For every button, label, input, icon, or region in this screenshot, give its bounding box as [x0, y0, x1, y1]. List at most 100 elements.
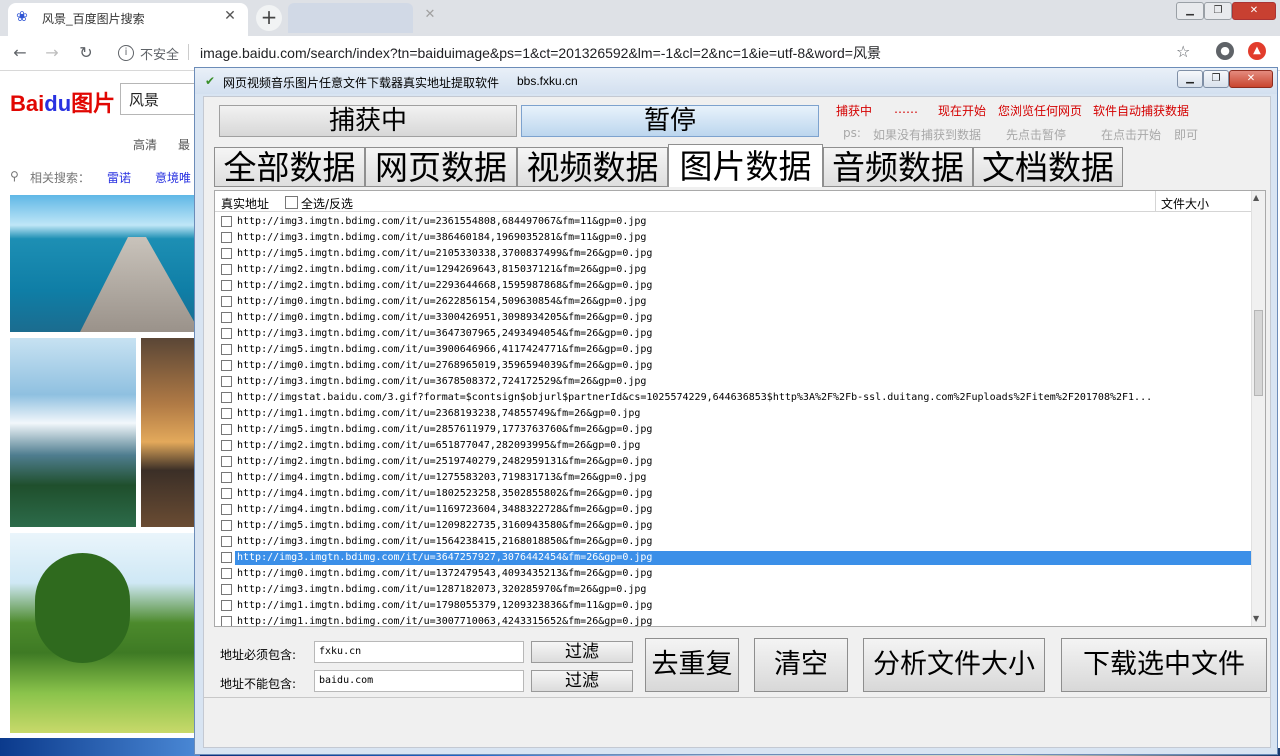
column-divider[interactable] — [1155, 191, 1156, 211]
row-checkbox[interactable] — [221, 312, 232, 323]
row-checkbox[interactable] — [221, 456, 232, 467]
table-row[interactable]: http://img4.imgtn.bdimg.com/it/u=1275583… — [215, 470, 1255, 486]
table-row[interactable]: http://imgstat.baidu.com/3.gif?format=$c… — [215, 390, 1255, 406]
baidu-related-link-1[interactable]: 雷诺 — [107, 169, 131, 186]
tab-close-icon[interactable]: ✕ — [222, 8, 238, 24]
account-icon[interactable]: ● — [1216, 42, 1234, 60]
row-url[interactable]: http://img2.imgtn.bdimg.com/it/u=2519740… — [235, 455, 1257, 469]
table-row[interactable]: http://img3.imgtn.bdimg.com/it/u=3864601… — [215, 230, 1255, 246]
table-row[interactable]: http://img3.imgtn.bdimg.com/it/u=1564238… — [215, 534, 1255, 550]
table-row[interactable]: http://img3.imgtn.bdimg.com/it/u=3678508… — [215, 374, 1255, 390]
row-checkbox[interactable] — [221, 440, 232, 451]
row-url[interactable]: http://img4.imgtn.bdimg.com/it/u=1802523… — [235, 487, 1257, 501]
row-checkbox[interactable] — [221, 472, 232, 483]
row-url[interactable]: http://img0.imgtn.bdimg.com/it/u=3300426… — [235, 311, 1257, 325]
result-image-town[interactable] — [141, 338, 196, 527]
tab-all-data[interactable]: 全部数据 — [214, 147, 365, 187]
row-url[interactable]: http://img3.imgtn.bdimg.com/it/u=1287182… — [235, 583, 1257, 597]
row-url[interactable]: http://img3.imgtn.bdimg.com/it/u=1564238… — [235, 535, 1257, 549]
result-image-pier[interactable] — [10, 195, 196, 332]
download-selected-button[interactable]: 下载选中文件 — [1061, 638, 1267, 692]
row-url[interactable]: http://img0.imgtn.bdimg.com/it/u=1372479… — [235, 567, 1257, 581]
select-all-checkbox[interactable] — [285, 196, 298, 209]
table-row[interactable]: http://img0.imgtn.bdimg.com/it/u=2768965… — [215, 358, 1255, 374]
row-checkbox[interactable] — [221, 232, 232, 243]
new-tab-button[interactable]: + — [256, 5, 282, 31]
filter-mustnot-input[interactable]: baidu.com — [314, 670, 524, 692]
row-url[interactable]: http://img3.imgtn.bdimg.com/it/u=3647307… — [235, 327, 1257, 341]
row-url[interactable]: http://img5.imgtn.bdimg.com/it/u=3900646… — [235, 343, 1257, 357]
row-checkbox[interactable] — [221, 360, 232, 371]
dedupe-button[interactable]: 去重复 — [645, 638, 739, 692]
tab-web-data[interactable]: 网页数据 — [365, 147, 517, 187]
table-row[interactable]: http://img3.imgtn.bdimg.com/it/u=2361554… — [215, 214, 1255, 230]
row-checkbox[interactable] — [221, 392, 232, 403]
browser-tab-background[interactable] — [288, 3, 413, 33]
row-url[interactable]: http://img5.imgtn.bdimg.com/it/u=1209822… — [235, 519, 1257, 533]
analyze-size-button[interactable]: 分析文件大小 — [863, 638, 1045, 692]
row-url[interactable]: http://img0.imgtn.bdimg.com/it/u=2622856… — [235, 295, 1257, 309]
table-row[interactable]: http://img0.imgtn.bdimg.com/it/u=3300426… — [215, 310, 1255, 326]
select-all-label[interactable]: 全选/反选 — [301, 195, 353, 212]
app-close-button[interactable]: ✕ — [1229, 70, 1273, 88]
row-checkbox[interactable] — [221, 616, 232, 626]
app-minimize-button[interactable]: ▁ — [1177, 70, 1203, 88]
row-url[interactable]: http://img4.imgtn.bdimg.com/it/u=1275583… — [235, 471, 1257, 485]
row-url[interactable]: http://img1.imgtn.bdimg.com/it/u=1798055… — [235, 599, 1257, 613]
row-url[interactable]: http://img3.imgtn.bdimg.com/it/u=3647257… — [235, 551, 1257, 565]
url-list[interactable]: 真实地址 全选/反选 文件大小 http://img3.imgtn.bdimg.… — [214, 190, 1266, 627]
row-url[interactable]: http://img1.imgtn.bdimg.com/it/u=2368193… — [235, 407, 1257, 421]
baidu-related-link-2[interactable]: 意境唯 — [155, 169, 191, 186]
row-url[interactable]: http://img3.imgtn.bdimg.com/it/u=2361554… — [235, 215, 1257, 229]
row-url[interactable]: http://img4.imgtn.bdimg.com/it/u=1169723… — [235, 503, 1257, 517]
table-row[interactable]: http://img5.imgtn.bdimg.com/it/u=2857611… — [215, 422, 1255, 438]
capture-button[interactable]: 捕获中 — [219, 105, 517, 137]
table-row[interactable]: http://img3.imgtn.bdimg.com/it/u=3647257… — [215, 550, 1257, 566]
window-minimize-button[interactable]: ▁ — [1176, 2, 1204, 20]
row-checkbox[interactable] — [221, 344, 232, 355]
row-checkbox[interactable] — [221, 280, 232, 291]
filter-must-input[interactable]: fxku.cn — [314, 641, 524, 663]
scrollbar-thumb[interactable] — [1254, 310, 1263, 396]
tab-document-data[interactable]: 文档数据 — [973, 147, 1123, 187]
row-checkbox[interactable] — [221, 376, 232, 387]
row-checkbox[interactable] — [221, 552, 232, 563]
table-row[interactable]: http://img0.imgtn.bdimg.com/it/u=2622856… — [215, 294, 1255, 310]
row-checkbox[interactable] — [221, 504, 232, 515]
table-row[interactable]: http://img1.imgtn.bdimg.com/it/u=3007710… — [215, 614, 1255, 626]
row-url[interactable]: http://img3.imgtn.bdimg.com/it/u=3864601… — [235, 231, 1257, 245]
table-row[interactable]: http://img2.imgtn.bdimg.com/it/u=6518770… — [215, 438, 1255, 454]
info-icon[interactable]: i — [118, 45, 134, 61]
row-checkbox[interactable] — [221, 600, 232, 611]
filter-must-button[interactable]: 过滤 — [531, 641, 633, 663]
row-checkbox[interactable] — [221, 248, 232, 259]
clear-button[interactable]: 清空 — [754, 638, 848, 692]
row-url[interactable]: http://imgstat.baidu.com/3.gif?format=$c… — [235, 391, 1257, 405]
tab-audio-data[interactable]: 音频数据 — [823, 147, 973, 187]
row-url[interactable]: http://img5.imgtn.bdimg.com/it/u=2857611… — [235, 423, 1257, 437]
window-maximize-button[interactable]: ❐ — [1204, 2, 1232, 20]
result-image-tree[interactable] — [10, 533, 196, 733]
result-image-mountain[interactable] — [10, 338, 136, 527]
row-url[interactable]: http://img2.imgtn.bdimg.com/it/u=1294269… — [235, 263, 1257, 277]
url-field[interactable]: image.baidu.com/search/index?tn=baiduima… — [200, 43, 881, 63]
table-row[interactable]: http://img2.imgtn.bdimg.com/it/u=2519740… — [215, 454, 1255, 470]
tab-image-data[interactable]: 图片数据 — [668, 144, 823, 187]
table-row[interactable]: http://img2.imgtn.bdimg.com/it/u=2293644… — [215, 278, 1255, 294]
window-close-button[interactable]: ✕ — [1232, 2, 1276, 20]
scroll-down-icon[interactable]: ▼ — [1253, 614, 1259, 623]
row-checkbox[interactable] — [221, 568, 232, 579]
column-header-url[interactable]: 真实地址 — [221, 195, 269, 212]
column-header-size[interactable]: 文件大小 — [1161, 195, 1209, 212]
extension-icon[interactable]: ▲ — [1248, 42, 1266, 60]
row-checkbox[interactable] — [221, 264, 232, 275]
forward-arrow-icon[interactable]: → — [42, 44, 62, 62]
row-checkbox[interactable] — [221, 536, 232, 547]
table-row[interactable]: http://img0.imgtn.bdimg.com/it/u=1372479… — [215, 566, 1255, 582]
insecure-label[interactable]: 不安全 — [140, 44, 179, 63]
row-checkbox[interactable] — [221, 216, 232, 227]
result-image-bottom[interactable] — [0, 738, 200, 756]
row-checkbox[interactable] — [221, 296, 232, 307]
baidu-logo[interactable]: Baidu图片 — [10, 86, 115, 118]
tab-video-data[interactable]: 视频数据 — [517, 147, 668, 187]
